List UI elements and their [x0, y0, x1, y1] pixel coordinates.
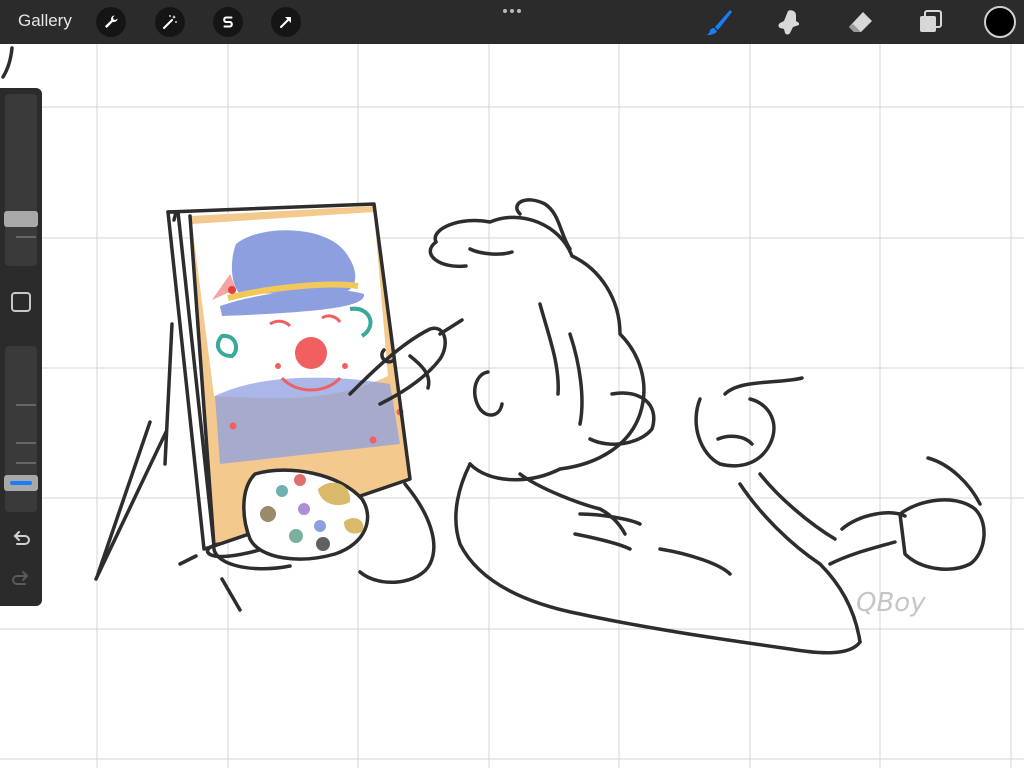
wrench-icon — [105, 15, 118, 28]
eraser-tool-button[interactable] — [845, 7, 875, 37]
transform-button[interactable] — [271, 7, 301, 37]
selection-button[interactable] — [213, 7, 243, 37]
color-picker-button[interactable] — [984, 6, 1016, 38]
transform-arrow-icon — [280, 17, 291, 28]
brush-icon — [706, 10, 732, 36]
smudge-icon — [778, 10, 799, 35]
modify-button[interactable] — [11, 292, 31, 312]
drawing-artwork — [1, 46, 986, 655]
top-toolbar: Gallery — [0, 0, 1024, 44]
sidebar — [0, 88, 42, 606]
redo-icon[interactable] — [10, 570, 32, 590]
magic-wand-icon — [163, 15, 177, 29]
actions-button[interactable] — [96, 7, 126, 37]
more-dots-icon[interactable] — [500, 4, 524, 18]
smudge-tool-button[interactable] — [775, 7, 805, 37]
layers-icon — [920, 10, 942, 32]
drawing-canvas[interactable]: QBoy — [0, 44, 1024, 768]
layers-button[interactable] — [915, 7, 945, 37]
procreate-app: Gallery QBoy — [0, 0, 1024, 768]
adjustments-button[interactable] — [155, 7, 185, 37]
brush-tool-button[interactable] — [704, 7, 734, 37]
eraser-icon — [849, 12, 872, 32]
artist-signature: QBoy — [856, 588, 926, 618]
selection-s-icon — [223, 16, 233, 28]
brush-size-slider[interactable] — [5, 94, 37, 266]
undo-icon[interactable] — [10, 530, 32, 550]
gallery-button[interactable]: Gallery — [18, 11, 72, 31]
brush-size-thumb[interactable] — [4, 211, 38, 227]
brush-opacity-thumb[interactable] — [4, 475, 38, 491]
